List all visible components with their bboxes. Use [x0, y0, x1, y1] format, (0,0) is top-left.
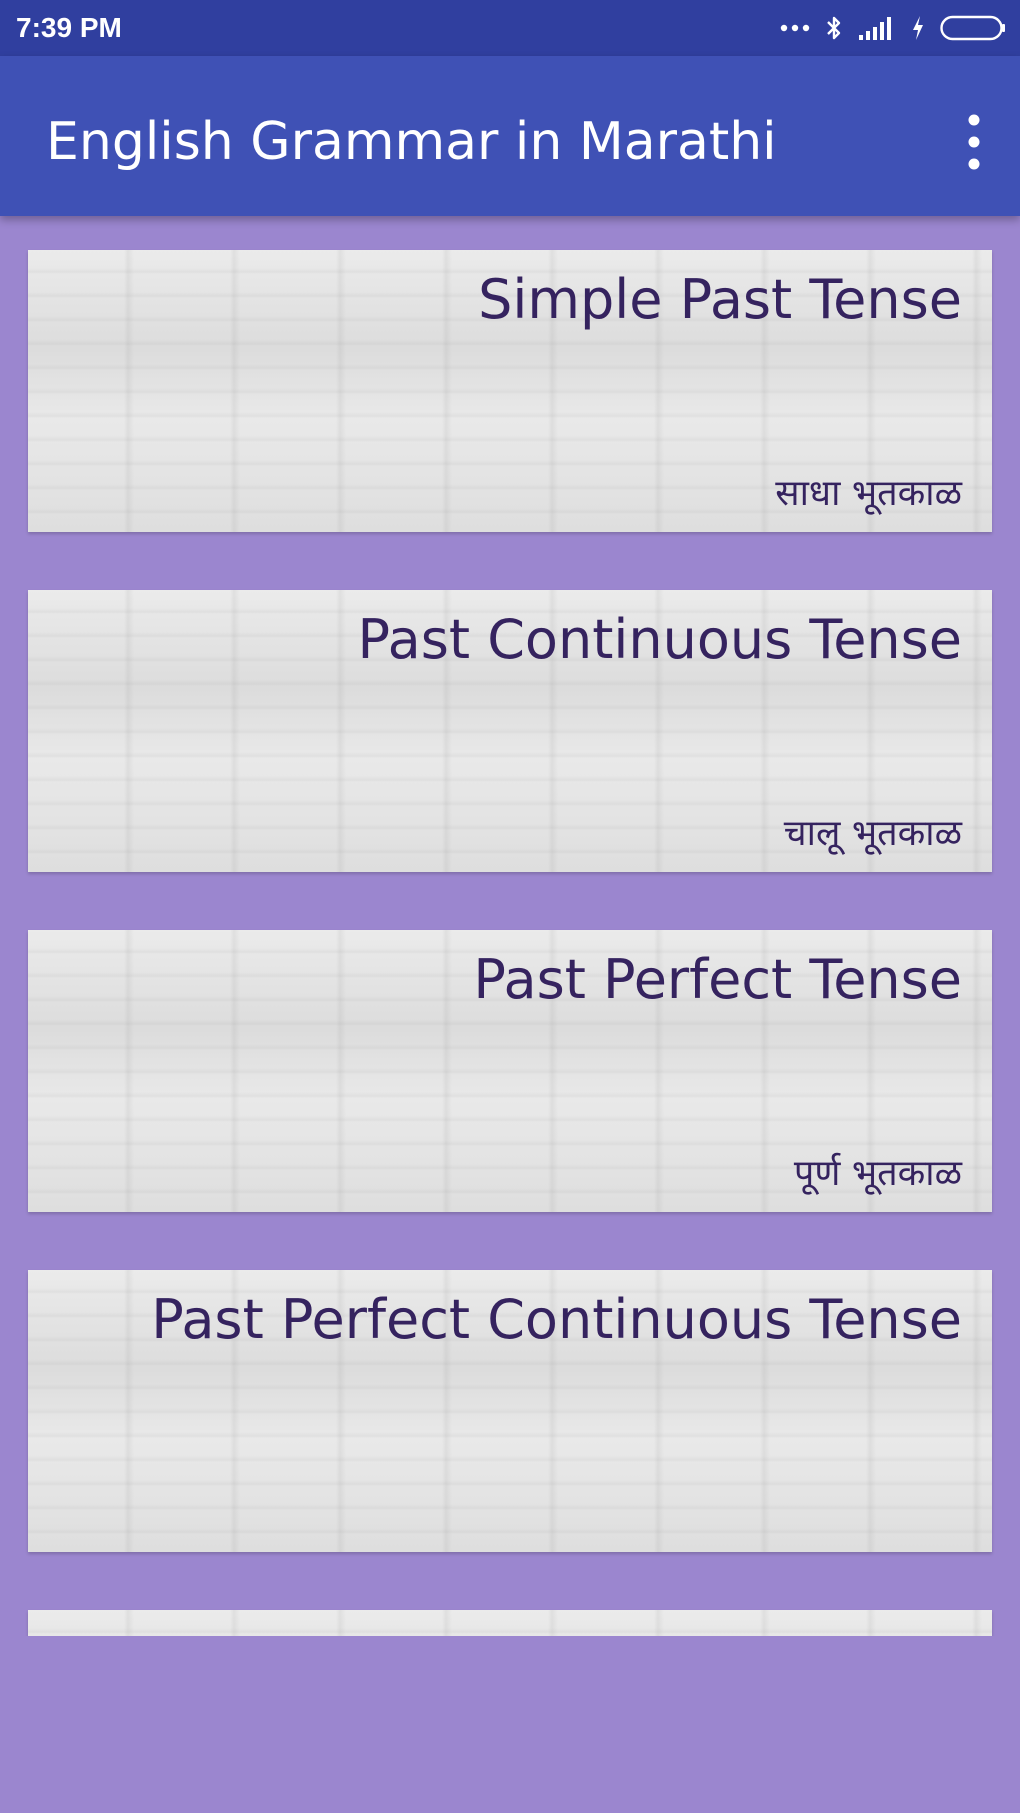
tense-card-past-perfect[interactable]: Past Perfect Tense पूर्ण भूतकाळ [28, 930, 992, 1212]
tense-card-subtitle: साधा भूतकाळ [775, 473, 962, 514]
tense-list[interactable]: Simple Past Tense साधा भूतकाळ Past Conti… [0, 216, 1020, 1636]
tense-card-title: Past Perfect Continuous Tense [151, 1288, 962, 1351]
more-dots-icon [780, 24, 810, 32]
tense-card-past-perfect-continuous[interactable]: Past Perfect Continuous Tense [28, 1270, 992, 1552]
tense-card-past-continuous[interactable]: Past Continuous Tense चालू भूतकाळ [28, 590, 992, 872]
tense-card-title: Past Perfect Tense [473, 948, 962, 1011]
tense-card-title: Simple Past Tense [478, 268, 962, 331]
app-bar: English Grammar in Marathi [0, 56, 1020, 216]
tense-card-simple-past[interactable]: Simple Past Tense साधा भूतकाळ [28, 250, 992, 532]
battery-icon [940, 15, 1005, 41]
tense-card-subtitle: चालू भूतकाळ [783, 813, 962, 854]
status-time: 7:39 PM [16, 12, 122, 43]
tense-card-title: Simple Future Tense [419, 1622, 962, 1636]
overflow-menu-button[interactable] [950, 108, 998, 176]
app-title: English Grammar in Marathi [46, 112, 777, 172]
signal-icon [859, 17, 891, 40]
tense-card-subtitle: पूर्ण भूतकाळ [793, 1153, 962, 1194]
charging-icon [913, 16, 923, 40]
tense-card-simple-future[interactable]: Simple Future Tense [28, 1610, 992, 1636]
tense-card-title: Past Continuous Tense [357, 608, 962, 671]
status-bar: 7:39 PM [0, 0, 1020, 56]
status-icons [766, 10, 1006, 46]
overflow-menu-icon [968, 114, 980, 170]
bluetooth-icon [827, 16, 841, 40]
